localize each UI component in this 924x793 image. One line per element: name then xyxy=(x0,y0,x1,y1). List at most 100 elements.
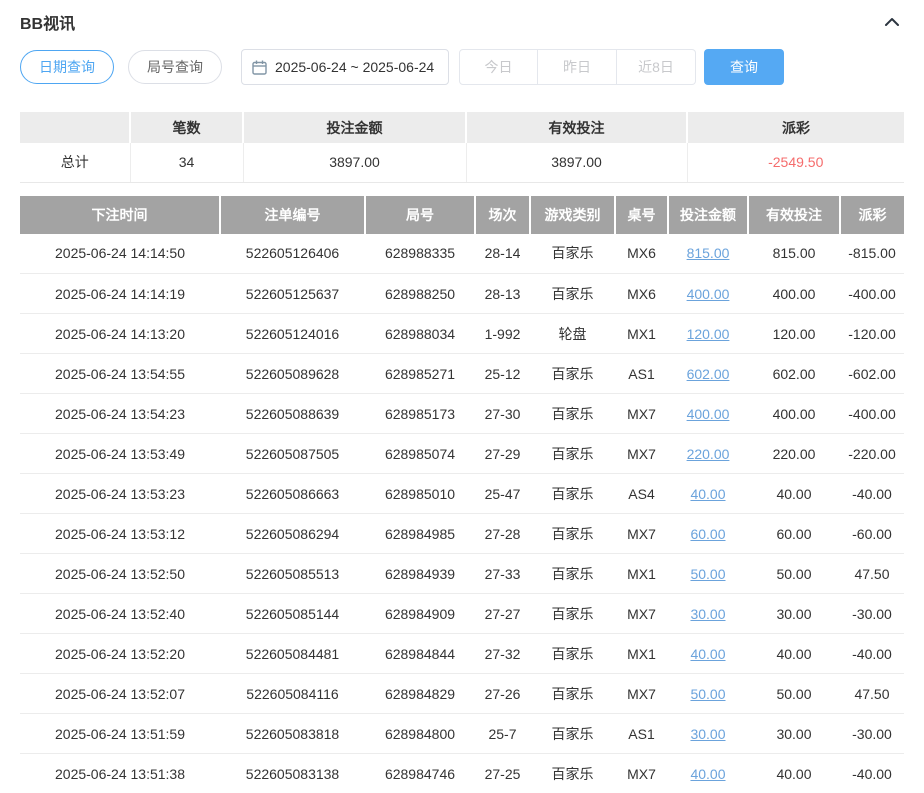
cell-table_no: MX1 xyxy=(615,314,668,354)
date-query-tab[interactable]: 日期查询 xyxy=(20,50,114,84)
table-row: 2025-06-24 13:52:20522605084481628984844… xyxy=(20,634,904,674)
column-header: 注单编号 xyxy=(220,196,365,234)
date-range-value: 2025-06-24 ~ 2025-06-24 xyxy=(275,59,434,75)
cell-game: 百家乐 xyxy=(530,514,615,554)
table-row: 2025-06-24 14:14:19522605125637628988250… xyxy=(20,274,904,314)
cell-bet_id: 522605083818 xyxy=(220,714,365,754)
bet-amount-link[interactable]: 400.00 xyxy=(687,406,730,422)
cell-table_no: AS4 xyxy=(615,474,668,514)
cell-round: 628984829 xyxy=(365,674,475,714)
bet-amount-link[interactable]: 50.00 xyxy=(690,566,725,582)
cell-game: 百家乐 xyxy=(530,234,615,274)
table-row: 2025-06-24 13:54:23522605088639628985173… xyxy=(20,394,904,434)
cell-game: 百家乐 xyxy=(530,474,615,514)
bet-amount-link[interactable]: 40.00 xyxy=(690,486,725,502)
cell-session: 27-30 xyxy=(475,394,530,434)
cell-valid: 30.00 xyxy=(748,714,840,754)
cell-table_no: MX7 xyxy=(615,754,668,793)
cell-game: 百家乐 xyxy=(530,674,615,714)
cell-payout: -400.00 xyxy=(840,394,904,434)
cell-game: 轮盘 xyxy=(530,314,615,354)
cell-round: 628984800 xyxy=(365,714,475,754)
cell-bet: 40.00 xyxy=(668,634,748,674)
cell-payout: -30.00 xyxy=(840,714,904,754)
cell-valid: 30.00 xyxy=(748,594,840,634)
yesterday-button[interactable]: 昨日 xyxy=(538,49,617,85)
cell-time: 2025-06-24 14:13:20 xyxy=(20,314,220,354)
cell-round: 628984746 xyxy=(365,754,475,793)
cell-bet: 40.00 xyxy=(668,474,748,514)
column-header: 派彩 xyxy=(840,196,904,234)
bet-amount-link[interactable]: 60.00 xyxy=(690,526,725,542)
cell-game: 百家乐 xyxy=(530,394,615,434)
cell-time: 2025-06-24 13:54:23 xyxy=(20,394,220,434)
bet-amount-link[interactable]: 30.00 xyxy=(690,606,725,622)
cell-payout: -40.00 xyxy=(840,754,904,793)
cell-time: 2025-06-24 13:52:20 xyxy=(20,634,220,674)
cell-valid: 50.00 xyxy=(748,674,840,714)
round-query-tab[interactable]: 局号查询 xyxy=(128,50,222,84)
cell-valid: 400.00 xyxy=(748,274,840,314)
table-row: 2025-06-24 13:52:50522605085513628984939… xyxy=(20,554,904,594)
column-header: 桌号 xyxy=(615,196,668,234)
cell-table_no: MX7 xyxy=(615,514,668,554)
cell-game: 百家乐 xyxy=(530,554,615,594)
cell-table_no: MX7 xyxy=(615,394,668,434)
cell-bet_id: 522605084116 xyxy=(220,674,365,714)
cell-payout: -815.00 xyxy=(840,234,904,274)
column-header: 游戏类别 xyxy=(530,196,615,234)
cell-round: 628984985 xyxy=(365,514,475,554)
bet-amount-link[interactable]: 50.00 xyxy=(690,686,725,702)
column-header: 投注金额 xyxy=(668,196,748,234)
bet-amount-link[interactable]: 30.00 xyxy=(690,726,725,742)
cell-payout: -40.00 xyxy=(840,634,904,674)
cell-session: 27-33 xyxy=(475,554,530,594)
column-header: 有效投注 xyxy=(748,196,840,234)
date-range-picker[interactable]: 2025-06-24 ~ 2025-06-24 xyxy=(241,49,449,85)
today-button[interactable]: 今日 xyxy=(459,49,538,85)
cell-valid: 815.00 xyxy=(748,234,840,274)
filter-bar: 日期查询 局号查询 2025-06-24 ~ 2025-06-24 今日 昨日 … xyxy=(20,49,904,85)
cell-valid: 40.00 xyxy=(748,474,840,514)
cell-payout: 47.50 xyxy=(840,674,904,714)
cell-session: 27-26 xyxy=(475,674,530,714)
summary-bet-amount: 3897.00 xyxy=(243,143,466,182)
summary-column-header xyxy=(20,112,130,143)
cell-bet: 30.00 xyxy=(668,714,748,754)
table-row: 2025-06-24 13:51:38522605083138628984746… xyxy=(20,754,904,793)
table-row: 2025-06-24 13:53:12522605086294628984985… xyxy=(20,514,904,554)
cell-round: 628985010 xyxy=(365,474,475,514)
table-row: 2025-06-24 13:53:23522605086663628985010… xyxy=(20,474,904,514)
cell-round: 628984844 xyxy=(365,634,475,674)
cell-bet_id: 522605086294 xyxy=(220,514,365,554)
cell-bet_id: 522605126406 xyxy=(220,234,365,274)
bet-amount-link[interactable]: 815.00 xyxy=(687,245,730,261)
cell-session: 28-13 xyxy=(475,274,530,314)
cell-session: 27-27 xyxy=(475,594,530,634)
cell-time: 2025-06-24 13:53:23 xyxy=(20,474,220,514)
search-button[interactable]: 查询 xyxy=(704,49,784,85)
cell-payout: -220.00 xyxy=(840,434,904,474)
collapse-chevron-icon[interactable] xyxy=(880,13,904,31)
table-row: 2025-06-24 13:54:55522605089628628985271… xyxy=(20,354,904,394)
cell-bet: 602.00 xyxy=(668,354,748,394)
column-header: 局号 xyxy=(365,196,475,234)
cell-payout: -60.00 xyxy=(840,514,904,554)
cell-time: 2025-06-24 13:53:12 xyxy=(20,514,220,554)
bet-amount-link[interactable]: 400.00 xyxy=(687,286,730,302)
cell-session: 27-29 xyxy=(475,434,530,474)
bet-amount-link[interactable]: 40.00 xyxy=(690,766,725,782)
cell-valid: 120.00 xyxy=(748,314,840,354)
table-row: 2025-06-24 13:52:40522605085144628984909… xyxy=(20,594,904,634)
bet-amount-link[interactable]: 120.00 xyxy=(687,326,730,342)
last8days-button[interactable]: 近8日 xyxy=(617,49,696,85)
bet-amount-link[interactable]: 220.00 xyxy=(687,446,730,462)
cell-time: 2025-06-24 14:14:50 xyxy=(20,234,220,274)
table-row: 2025-06-24 14:13:20522605124016628988034… xyxy=(20,314,904,354)
bet-amount-link[interactable]: 602.00 xyxy=(687,366,730,382)
table-row: 2025-06-24 13:53:49522605087505628985074… xyxy=(20,434,904,474)
summary-table: 笔数投注金额有效投注派彩 总计 34 3897.00 3897.00 -2549… xyxy=(20,112,904,183)
cell-time: 2025-06-24 13:52:40 xyxy=(20,594,220,634)
cell-time: 2025-06-24 13:53:49 xyxy=(20,434,220,474)
bet-amount-link[interactable]: 40.00 xyxy=(690,646,725,662)
